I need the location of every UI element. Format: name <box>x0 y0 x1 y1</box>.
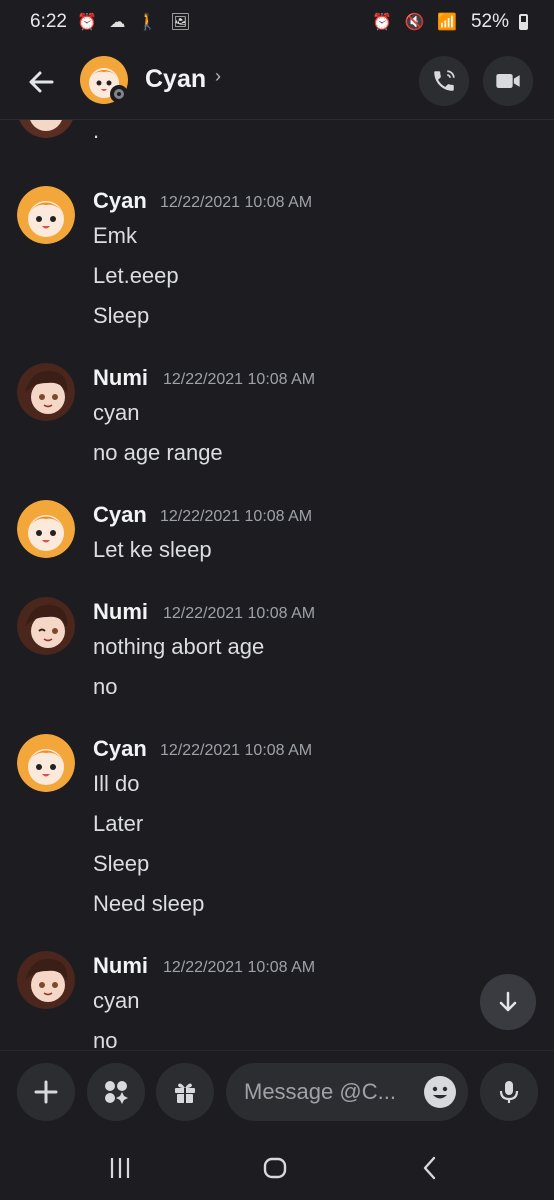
message-text[interactable]: no <box>93 674 117 700</box>
apps-sparkle-icon <box>105 1081 128 1104</box>
voice-call-button[interactable] <box>419 56 469 106</box>
message-text: . <box>93 120 100 143</box>
battery-percent: 52% <box>470 11 509 32</box>
message-author[interactable]: Cyan <box>93 502 147 528</box>
message-text[interactable]: nothing abort age <box>93 634 264 660</box>
message-timestamp: 12/22/2021 10:08 AM <box>163 605 316 622</box>
battery-icon <box>519 14 528 30</box>
message-input-placeholder: Message @C... <box>244 1079 396 1104</box>
apps-button[interactable] <box>87 1063 145 1121</box>
message-author[interactable]: Numi <box>93 953 148 979</box>
message-input[interactable]: Message @C... <box>226 1063 468 1121</box>
plus-icon <box>34 1080 58 1104</box>
chevron-right-icon[interactable]: › <box>215 66 221 87</box>
voice-message-button[interactable] <box>480 1063 538 1121</box>
message-list[interactable]: . Cyan 12/22/2021 10:08 AM Emk Let.eeep … <box>0 120 554 1050</box>
message-author[interactable]: Numi <box>93 365 148 391</box>
microphone-icon <box>499 1081 519 1103</box>
emoji-button[interactable] <box>424 1076 456 1108</box>
user-avatar[interactable] <box>17 734 75 792</box>
smiley-icon <box>432 1086 448 1099</box>
message-text[interactable]: Let ke sleep <box>93 537 212 563</box>
recent-apps-icon[interactable] <box>100 1150 140 1186</box>
arrow-down-icon <box>499 991 517 1012</box>
message-timestamp: 12/22/2021 10:08 AM <box>160 508 313 525</box>
message-text[interactable]: cyan <box>93 988 139 1014</box>
back-arrow-icon[interactable] <box>22 62 62 102</box>
message-text[interactable]: no age range <box>93 440 223 466</box>
user-avatar[interactable] <box>17 951 75 1009</box>
user-avatar[interactable] <box>17 597 75 655</box>
message-composer: Message @C... <box>0 1050 554 1132</box>
message-text[interactable]: Sleep <box>93 303 149 329</box>
message-author[interactable]: Cyan <box>93 188 147 214</box>
user-avatar[interactable] <box>17 500 75 558</box>
message-author[interactable]: Numi <box>93 599 148 625</box>
message-text[interactable]: Later <box>93 811 143 837</box>
message-timestamp: 12/22/2021 10:08 AM <box>160 194 313 211</box>
channel-header: Cyan › <box>0 44 554 120</box>
message-timestamp: 12/22/2021 10:08 AM <box>163 959 316 976</box>
video-call-button[interactable] <box>483 56 533 106</box>
message-text[interactable]: Need sleep <box>93 891 204 917</box>
user-avatar[interactable] <box>17 363 75 421</box>
status-right-icons: ⏰ 🔇 📶 <box>372 14 461 31</box>
message-text[interactable]: Ill do <box>93 771 139 797</box>
status-bar: 6:22 ⏰ ☁ 🚶 🖼 ⏰ 🔇 📶 52% <box>0 0 554 44</box>
home-icon[interactable] <box>255 1150 295 1186</box>
user-avatar[interactable] <box>17 120 75 138</box>
message-author[interactable]: Cyan <box>93 736 147 762</box>
offline-status-icon <box>110 85 128 103</box>
gift-button[interactable] <box>156 1063 214 1121</box>
system-navigation-bar <box>0 1132 554 1200</box>
phone-icon <box>434 70 455 91</box>
video-camera-icon <box>496 74 520 88</box>
message-timestamp: 12/22/2021 10:08 AM <box>163 371 316 388</box>
message-timestamp: 12/22/2021 10:08 AM <box>160 742 313 759</box>
header-username[interactable]: Cyan <box>145 65 206 94</box>
gift-icon <box>175 1083 195 1103</box>
status-time: 6:22 <box>30 11 67 32</box>
message-text[interactable]: Sleep <box>93 851 149 877</box>
message-text[interactable]: cyan <box>93 400 139 426</box>
status-left-icons: ⏰ ☁ 🚶 🖼 <box>76 14 195 31</box>
jump-to-bottom-button[interactable] <box>480 974 536 1030</box>
message-text[interactable]: no <box>93 1028 117 1050</box>
back-nav-icon[interactable] <box>410 1150 450 1186</box>
user-avatar[interactable] <box>17 186 75 244</box>
message-text[interactable]: Let.eeep <box>93 263 179 289</box>
message-text[interactable]: Emk <box>93 223 137 249</box>
add-attachment-button[interactable] <box>17 1063 75 1121</box>
